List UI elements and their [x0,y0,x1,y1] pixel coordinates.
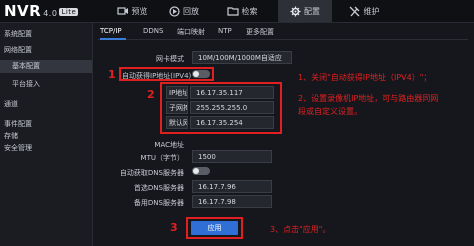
note-step-2-line1: 2、设置录像机IP地址，可与路由器同网 [298,94,439,103]
sidebar-item-label: 基本配置 [12,62,40,70]
tab-port-mapping[interactable]: 端口映射 [177,27,205,37]
nic-mode-select[interactable]: 10M/100M/1000M自适应 [192,51,292,64]
sidebar-item-label: 存储 [4,132,18,140]
step-number-3: 3 [170,221,178,234]
top-bar: NVR 4.0 Lite 预览 回放 检索 配置 维护 [0,0,474,23]
app-logo: NVR 4.0 Lite [4,2,79,20]
ip-address-field[interactable]: 16.17.35.117 [190,86,274,99]
sidebar-item-system[interactable]: 系统配置 [4,29,32,39]
tab-ddns[interactable]: DDNS [143,27,163,35]
version-text: 4.0 [43,9,58,18]
mac-label: MAC地址 [154,141,184,149]
sidebar-item-label: 系统配置 [4,30,32,38]
nav-config-label: 配置 [304,6,320,16]
nav-preview[interactable]: 预览 [108,0,156,22]
mtu-label: MTU（字节） [140,154,184,162]
gear-icon [290,6,301,16]
sidebar-item-event[interactable]: 事件配置 [4,119,32,129]
nav-search-label: 检索 [241,6,258,16]
gateway-field[interactable]: 16.17.35.254 [190,116,274,129]
tab-ntp[interactable]: NTP [218,27,232,35]
mask-label-cell: 子网掩码 [166,101,188,114]
apply-highlight-box [186,217,243,239]
edition-badge: Lite [59,8,79,16]
note-step-1: 1、关闭"自动获得IP地址（IPV4）"； [298,73,432,82]
logo-text: NVR [4,2,42,20]
dns1-label: 首选DNS服务器 [133,184,184,192]
auto-dns-label: 自动获取DNS服务器 [119,169,184,177]
sidebar-item-platform[interactable]: 平台接入 [12,79,40,89]
playback-icon [169,5,180,17]
gateway-label-cell: 默认网关 [166,116,188,129]
step-number-1: 1 [108,68,116,81]
step-number-2: 2 [147,88,155,101]
subnet-mask-field[interactable]: 255.255.255.0 [190,101,274,114]
tab-active-indicator [100,38,126,40]
sidebar-item-label: 网络配置 [4,46,32,54]
nav-preview-label: 预览 [131,6,148,16]
alternate-dns-field[interactable]: 16.17.7.98 [192,195,272,208]
nav-maintain[interactable]: 维护 [340,0,388,22]
note-step-2-line2: 段或自定义设置。 [298,107,362,116]
preferred-dns-field[interactable]: 16.17.7.96 [192,180,272,193]
sidebar-item-label: 安全管理 [4,144,32,152]
dns2-label: 备用DNS服务器 [133,199,184,207]
note-step-3: 3、点击"应用"。 [270,225,331,234]
auto-dns-toggle[interactable] [192,167,210,175]
tab-divider [98,39,468,40]
sidebar-item-basic[interactable]: 基本配置 [0,60,92,73]
mtu-field[interactable]: 1500 [192,150,272,163]
camera-icon [116,7,128,15]
sidebar: 系统配置 网络配置 基本配置 平台接入 通道 事件配置 存储 安全管理 [0,23,93,246]
sidebar-item-label: 通道 [4,100,18,108]
tab-more[interactable]: 更多配置 [246,27,274,37]
nav-config[interactable]: 配置 [278,0,332,22]
ip-label-cell: IP地址 [166,86,188,99]
tab-tcpip[interactable]: TCP/IP [100,27,122,35]
folder-icon [226,7,239,16]
sidebar-item-label: 平台接入 [12,80,40,88]
nav-playback-label: 回放 [183,6,199,16]
sidebar-item-storage[interactable]: 存储 [4,131,18,141]
toggle-knob [193,168,199,174]
dhcp-highlight-box [119,67,214,81]
nav-playback[interactable]: 回放 [160,0,208,22]
sidebar-item-security[interactable]: 安全管理 [4,143,32,153]
nav-search[interactable]: 检索 [216,0,268,22]
sidebar-item-label: 事件配置 [4,120,32,128]
tools-icon [349,6,359,16]
nic-label: 网卡模式 [156,55,184,63]
sidebar-item-network[interactable]: 网络配置 [4,45,32,55]
nav-maintain-label: 维护 [363,6,380,16]
sidebar-item-channel[interactable]: 通道 [4,99,18,109]
